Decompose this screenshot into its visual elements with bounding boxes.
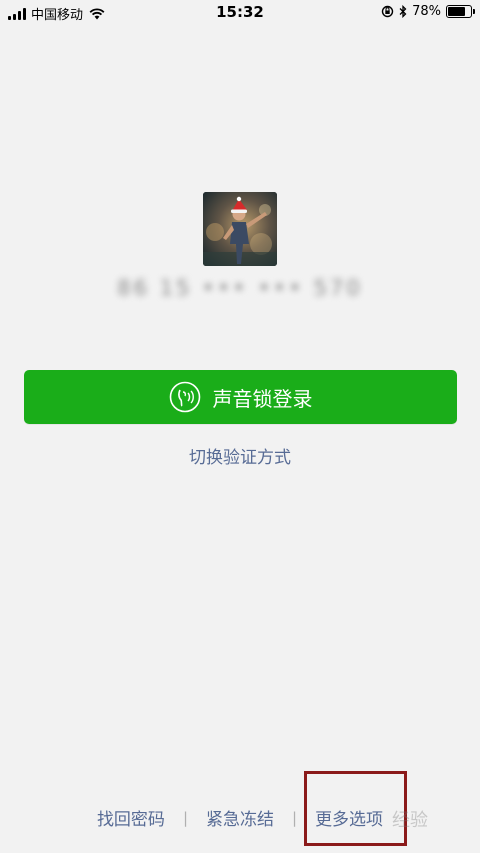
watermark: 经验 <box>392 810 428 831</box>
account-number: 86 15 ••• ••• 570 <box>117 276 363 300</box>
battery-icon <box>446 5 475 18</box>
switch-verification-link[interactable]: 切换验证方式 <box>0 443 480 468</box>
voiceprint-icon <box>169 381 201 413</box>
separator: | <box>292 808 298 827</box>
login-screen: 中国移动 15:32 78% 86 15 ••• ••• 570 声音锁登录 切… <box>0 0 480 853</box>
voice-login-button[interactable]: 声音锁登录 <box>24 370 457 424</box>
battery-fill <box>448 7 466 16</box>
battery-nub <box>473 9 475 14</box>
status-bar: 中国移动 15:32 78% <box>0 0 480 26</box>
battery-percent: 78% <box>412 4 441 19</box>
voice-login-label: 声音锁登录 <box>212 386 313 411</box>
orientation-lock-icon <box>381 5 394 18</box>
status-right: 78% <box>381 4 475 19</box>
separator: | <box>182 808 188 827</box>
emergency-freeze-link[interactable]: 紧急冻结 <box>206 805 274 830</box>
find-password-link[interactable]: 找回密码 <box>97 805 165 830</box>
avatar-image <box>203 192 277 266</box>
avatar <box>203 192 277 266</box>
bluetooth-icon <box>399 5 407 18</box>
